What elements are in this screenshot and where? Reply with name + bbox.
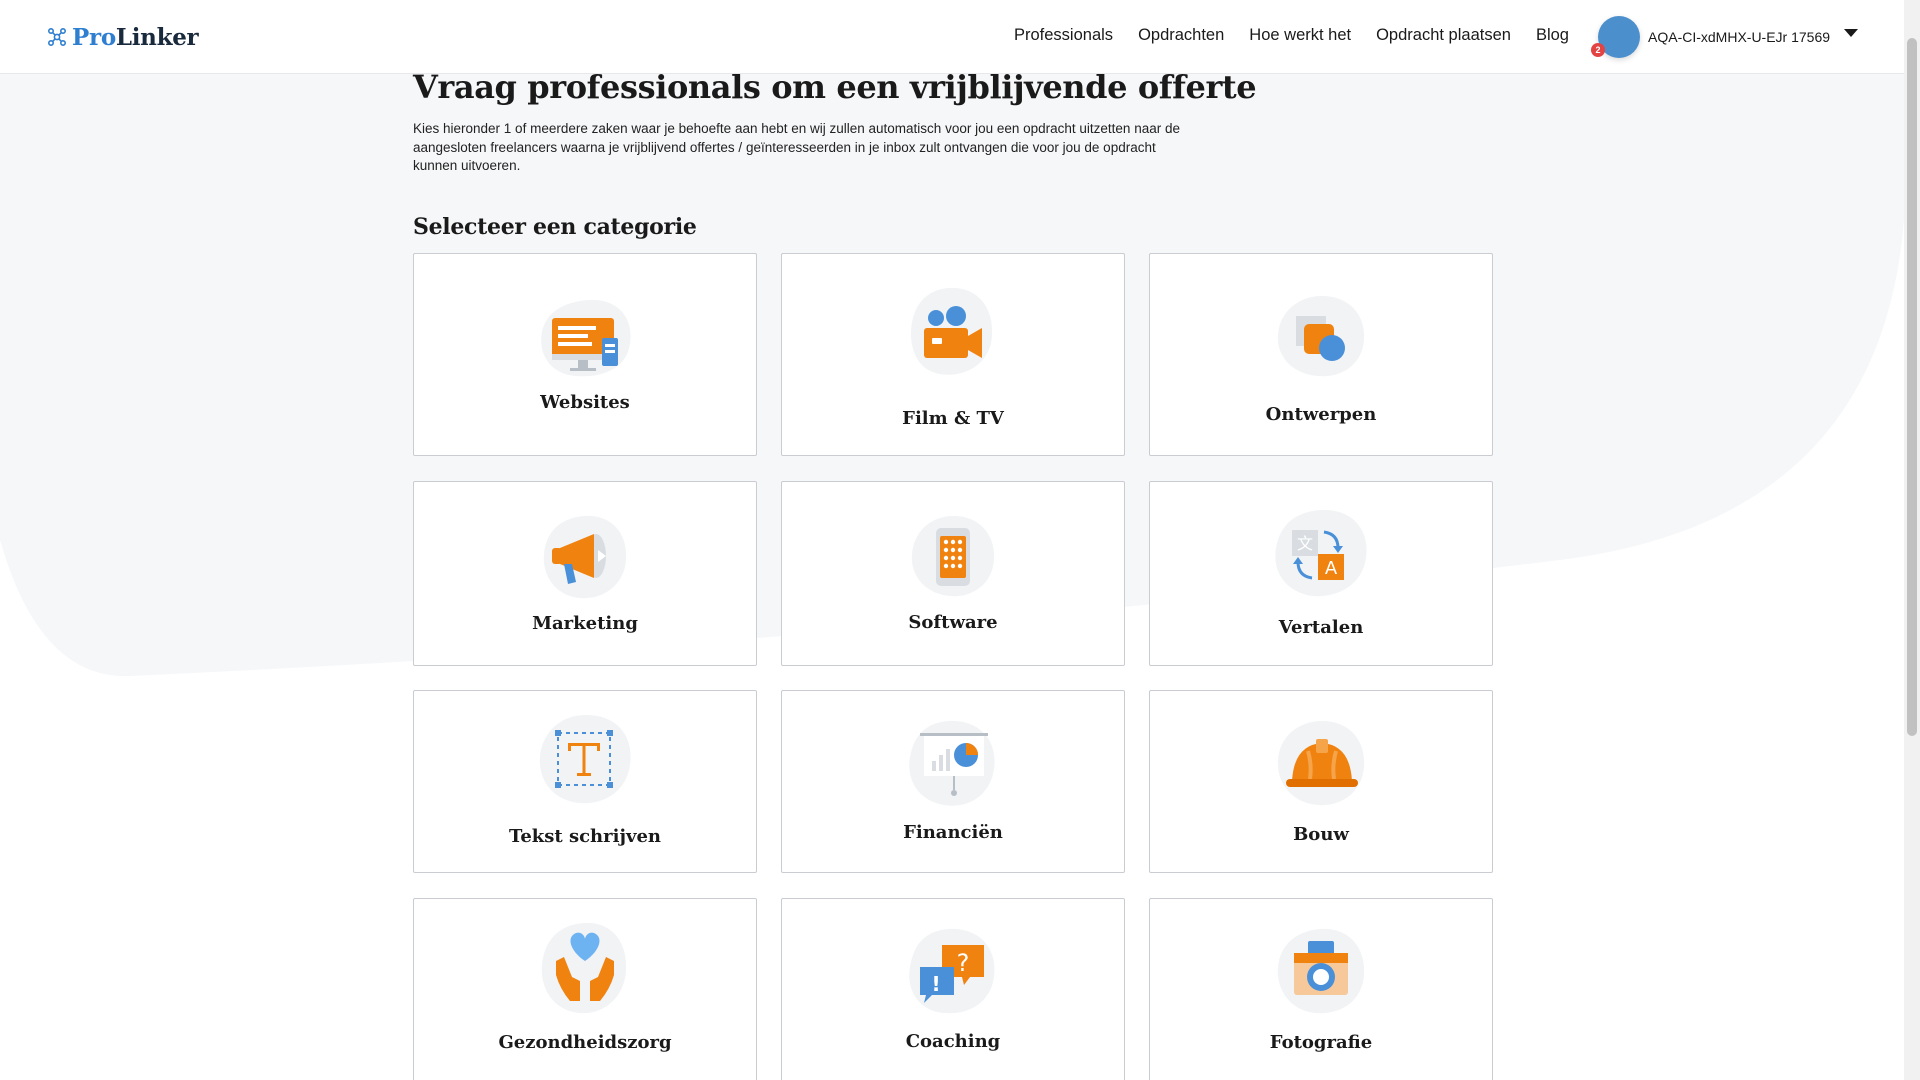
logo-pro-text: Pro — [72, 23, 116, 51]
text-frame-icon — [539, 715, 631, 804]
top-navbar: ProLinker Professionals Opdrachten Hoe w… — [0, 0, 1904, 74]
notification-badge: 2 — [1591, 43, 1605, 57]
nav-opdrachten[interactable]: Opdrachten — [1138, 26, 1224, 45]
category-label: Coaching — [905, 1031, 1001, 1052]
svg-text:!: ! — [931, 972, 940, 996]
svg-text:文: 文 — [1297, 534, 1313, 553]
category-label: Marketing — [532, 613, 638, 634]
monitor-icon — [541, 299, 631, 377]
category-card-coaching[interactable]: ? ! Coaching — [781, 898, 1125, 1080]
prolinker-logo[interactable]: ProLinker — [46, 22, 199, 52]
category-card-bouw[interactable]: Bouw — [1149, 690, 1493, 873]
category-label: Gezondheidszorg — [498, 1032, 672, 1053]
presentation-chart-icon — [909, 720, 995, 806]
category-card-financien[interactable]: Financiën — [781, 690, 1125, 873]
nav-blog[interactable]: Blog — [1536, 26, 1569, 45]
network-logo-icon — [47, 27, 67, 47]
phone-keypad-icon — [911, 516, 995, 597]
category-card-websites[interactable]: Websites — [413, 253, 757, 456]
category-card-gezondheidszorg[interactable]: Gezondheidszorg — [413, 898, 757, 1080]
username[interactable]: AQA-CI-xdMHX-U-EJr 17569 — [1648, 29, 1830, 45]
user-menu[interactable]: 2 AQA-CI-xdMHX-U-EJr 17569 — [1591, 16, 1859, 58]
intro-text: Kies hieronder 1 of meerdere zaken waar … — [413, 121, 1180, 173]
scrollbar-thumb[interactable] — [1907, 38, 1917, 736]
nav-professionals[interactable]: Professionals — [1014, 26, 1113, 45]
category-label: Software — [908, 612, 998, 633]
category-card-fotografie[interactable]: Fotografie — [1149, 898, 1493, 1080]
megaphone-icon — [543, 515, 627, 599]
category-card-film-tv[interactable]: Film & TV — [781, 253, 1125, 456]
shapes-icon — [1277, 296, 1365, 377]
category-card-ontwerpen[interactable]: Ontwerpen — [1149, 253, 1493, 456]
category-label: Ontwerpen — [1265, 404, 1377, 425]
logo-linker-text: Linker — [115, 23, 199, 51]
category-label: Vertalen — [1278, 617, 1364, 638]
category-label: Tekst schrijven — [509, 826, 661, 847]
category-label: Bouw — [1293, 824, 1349, 845]
speech-bubbles-icon: ? ! — [909, 928, 995, 1014]
vertical-scrollbar[interactable] — [1904, 0, 1920, 1080]
avatar[interactable]: 2 — [1591, 16, 1640, 58]
chevron-down-icon[interactable] — [1844, 29, 1859, 37]
category-label: Financiën — [903, 822, 1003, 843]
nav-opdracht-plaatsen[interactable]: Opdracht plaatsen — [1376, 26, 1511, 45]
category-label: Websites — [540, 392, 630, 413]
nav-hoe-werkt-het[interactable]: Hoe werkt het — [1249, 26, 1351, 45]
category-card-vertalen[interactable]: 文 A Vertalen — [1149, 481, 1493, 666]
category-card-marketing[interactable]: Marketing — [413, 481, 757, 666]
category-card-software[interactable]: Software — [781, 481, 1125, 666]
svg-text:A: A — [1325, 558, 1338, 579]
hands-heart-icon — [541, 922, 627, 1014]
category-card-tekst-schrijven[interactable]: Tekst schrijven — [413, 690, 757, 873]
category-label: Fotografie — [1269, 1032, 1373, 1053]
section-title: Selecteer een categorie — [413, 214, 697, 240]
video-camera-icon — [911, 287, 993, 375]
main-nav: Professionals Opdrachten Hoe werkt het O… — [1014, 26, 1594, 45]
camera-icon — [1277, 928, 1365, 1014]
hard-hat-icon — [1277, 721, 1365, 806]
category-label: Film & TV — [902, 408, 1004, 429]
svg-text:?: ? — [957, 949, 970, 977]
translate-icon: 文 A — [1275, 509, 1367, 597]
